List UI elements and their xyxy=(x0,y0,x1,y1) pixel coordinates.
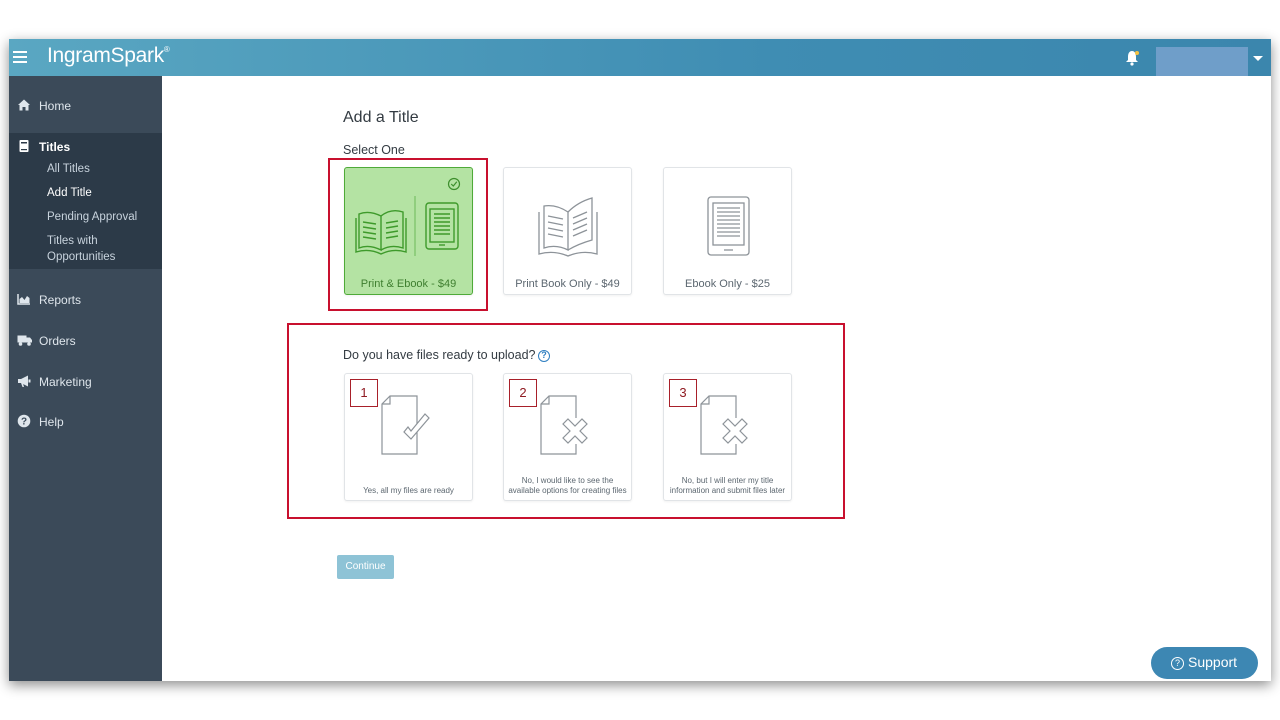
top-bar: IngramSpark® xyxy=(9,39,1271,76)
sidebar-item-reports[interactable]: Reports xyxy=(9,289,162,313)
sidebar-item-label: Titles xyxy=(39,140,71,154)
sidebar-item-orders[interactable]: Orders xyxy=(9,330,162,354)
sidebar-group-titles: Titles All Titles Add Title Pending Appr… xyxy=(9,133,162,269)
sidebar-item-marketing[interactable]: Marketing xyxy=(9,371,162,395)
user-account-box[interactable] xyxy=(1156,47,1248,76)
select-one-label: Select One xyxy=(343,143,405,157)
sidebar-subitem-add-title[interactable]: Add Title xyxy=(47,185,92,201)
format-card-ebook-only[interactable]: Ebook Only - $25 xyxy=(663,167,792,295)
format-option-label: Print Book Only - $49 xyxy=(515,278,620,290)
truck-icon xyxy=(17,335,32,346)
sidebar-item-label: Home xyxy=(39,99,72,113)
sidebar-item-home[interactable]: Home xyxy=(9,95,162,119)
sidebar-subitem-titles-with-opportunities[interactable]: Titles with Opportunities xyxy=(47,233,115,265)
continue-button[interactable]: Continue xyxy=(337,555,394,579)
support-button[interactable]: ? Support xyxy=(1151,647,1258,679)
sidebar-item-label: Help xyxy=(39,415,64,429)
book-icon xyxy=(19,140,29,152)
page-title: Add a Title xyxy=(343,109,419,126)
subitem-label-line-2: Opportunities xyxy=(47,251,116,263)
help-circle-icon: ? xyxy=(1171,657,1184,670)
question-icon: ? xyxy=(17,414,31,428)
chevron-down-icon[interactable] xyxy=(1253,56,1263,61)
sidebar-item-label: Orders xyxy=(39,334,76,348)
ereader-icon xyxy=(707,196,750,256)
megaphone-icon xyxy=(18,375,31,387)
format-option-label: Ebook Only - $25 xyxy=(685,278,770,290)
svg-text:?: ? xyxy=(21,417,27,428)
sidebar: Home Titles All Titles Add Title Pending… xyxy=(9,76,162,681)
format-card-print-book-only[interactable]: Print Book Only - $49 xyxy=(503,167,632,295)
highlight-box-files-question xyxy=(287,323,845,519)
sidebar-item-label: Marketing xyxy=(39,375,92,389)
sidebar-subitem-pending-approval[interactable]: Pending Approval xyxy=(47,209,137,225)
support-label: Support xyxy=(1188,654,1238,670)
sidebar-item-help[interactable]: ? Help xyxy=(9,411,162,435)
notification-dot xyxy=(1135,51,1139,55)
subitem-label-line-1: Titles with xyxy=(47,235,98,247)
sidebar-item-label: Reports xyxy=(39,293,82,307)
hamburger-menu-icon[interactable] xyxy=(13,48,27,66)
home-icon xyxy=(18,99,30,111)
brand-logo[interactable]: IngramSpark® xyxy=(47,44,170,68)
chart-icon xyxy=(17,294,30,305)
sidebar-item-titles[interactable]: Titles xyxy=(9,136,162,160)
highlight-box-format-selection xyxy=(328,158,488,311)
open-book-icon xyxy=(538,197,598,257)
sidebar-subitem-all-titles[interactable]: All Titles xyxy=(47,161,90,177)
